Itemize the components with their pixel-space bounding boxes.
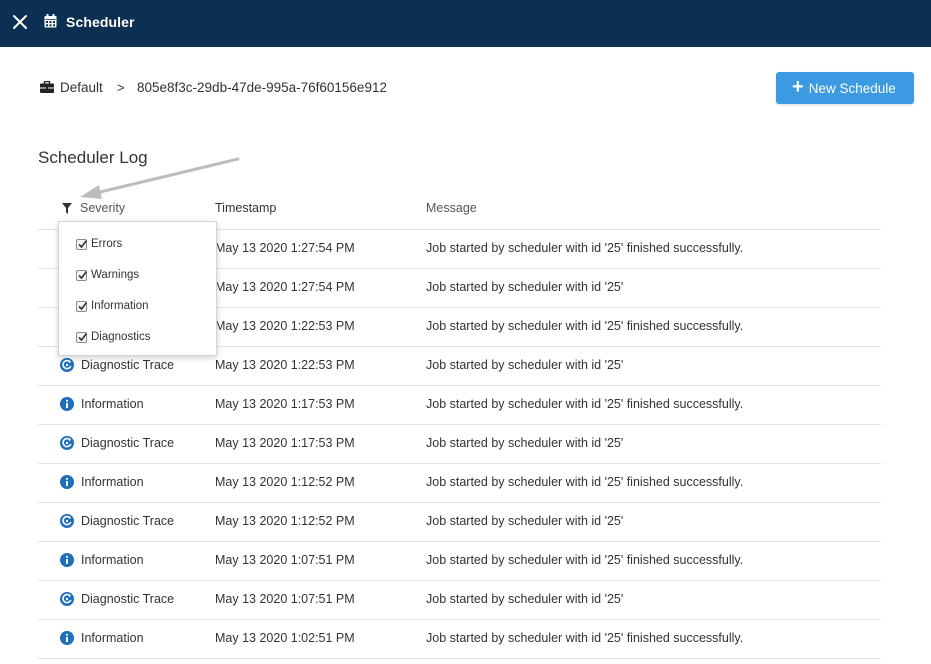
close-icon[interactable]: [12, 14, 28, 30]
table-row[interactable]: Information May 13 2020 1:17:53 PM Job sta…: [38, 385, 881, 424]
breadcrumb-separator: >: [117, 79, 125, 95]
diagnostic-trace-icon: [60, 358, 74, 372]
timestamp-cell: May 13 2020 1:22:53 PM: [215, 358, 355, 372]
severity-label: Diagnostic Trace: [81, 514, 175, 528]
severity-cell: Information: [60, 475, 144, 489]
message-cell: Job started by scheduler with id '25' fi…: [426, 397, 744, 411]
info-icon: [60, 475, 74, 489]
severity-label: Information: [81, 397, 144, 411]
filter-checkbox[interactable]: [76, 331, 88, 343]
severity-cell: Diagnostic Trace: [60, 358, 174, 372]
severity-label: Diagnostic Trace: [81, 592, 175, 606]
filter-icon[interactable]: [62, 203, 72, 214]
message-cell: Job started by scheduler with id '25': [426, 436, 624, 450]
severity-cell: Diagnostic Trace: [60, 592, 174, 606]
section-title: Scheduler Log: [38, 148, 148, 167]
table-row[interactable]: Diagnostic Trace May 13 2020 1:12:52 PM Jo…: [38, 502, 881, 541]
message-cell: Job started by scheduler with id '25' fi…: [426, 553, 744, 567]
new-schedule-label: New Schedule: [808, 80, 896, 96]
timestamp-cell: May 13 2020 1:12:52 PM: [215, 475, 355, 489]
table-row[interactable]: Diagnostic Trace May 13 2020 1:07:51 PM Jo…: [38, 580, 881, 619]
timestamp-cell: May 13 2020 1:17:53 PM: [215, 436, 355, 450]
plus-icon: +: [792, 76, 804, 98]
severity-label: Information: [81, 631, 144, 645]
severity-filter-dropdown: Errors Warnings Information Diagnostics: [58, 221, 217, 356]
message-cell: Job started by scheduler with id '25' fi…: [426, 631, 744, 645]
filter-option-errors[interactable]: Errors: [76, 238, 122, 250]
timestamp-cell: May 13 2020 1:07:51 PM: [215, 592, 355, 606]
table-row[interactable]: Information May 13 2020 1:07:51 PM Job sta…: [38, 541, 881, 580]
filter-option-label: Errors: [91, 238, 123, 250]
column-header-timestamp[interactable]: Timestamp: [215, 201, 276, 215]
calendar-icon: [44, 14, 57, 28]
timestamp-cell: May 13 2020 1:02:51 PM: [215, 631, 355, 645]
timestamp-cell: May 13 2020 1:07:51 PM: [215, 553, 355, 567]
severity-label: Information: [81, 475, 144, 489]
timestamp-cell: May 13 2020 1:17:53 PM: [215, 397, 355, 411]
timestamp-cell: May 13 2020 1:22:53 PM: [215, 319, 355, 333]
close-button[interactable]: [9, 10, 31, 34]
message-cell: Job started by scheduler with id '25': [426, 280, 624, 294]
severity-label: Information: [81, 553, 144, 567]
filter-option-information[interactable]: Information: [76, 300, 149, 312]
severity-cell: Diagnostic Trace: [60, 436, 174, 450]
breadcrumb-current: 805e8f3c-29db-47de-995a-76f60156e912: [137, 79, 387, 95]
timestamp-cell: May 13 2020 1:12:52 PM: [215, 514, 355, 528]
table-row[interactable]: Information May 13 2020 1:02:51 PM Job sta…: [38, 619, 881, 658]
severity-cell: Diagnostic Trace: [60, 514, 174, 528]
new-schedule-button[interactable]: + New Schedule: [776, 72, 914, 104]
table-row[interactable]: Diagnostic Trace May 13 2020 1:17:53 PM Jo…: [38, 424, 881, 463]
severity-label: Diagnostic Trace: [81, 358, 175, 372]
filter-option-label: Warnings: [91, 269, 140, 281]
severity-label: Diagnostic Trace: [81, 436, 175, 450]
diagnostic-trace-icon: [60, 592, 74, 606]
breadcrumb-root[interactable]: Default: [60, 78, 103, 96]
filter-checkbox[interactable]: [76, 238, 88, 250]
filter-option-label: Information: [91, 300, 149, 312]
filter-option-warnings[interactable]: Warnings: [76, 269, 139, 281]
message-cell: Job started by scheduler with id '25' fi…: [426, 241, 744, 255]
diagnostic-trace-icon: [60, 436, 74, 450]
app-title: Scheduler: [66, 14, 135, 30]
timestamp-cell: May 13 2020 1:27:54 PM: [215, 280, 355, 294]
message-cell: Job started by scheduler with id '25': [426, 514, 624, 528]
filter-option-label: Diagnostics: [91, 331, 151, 343]
column-header-severity[interactable]: Severity: [80, 201, 125, 215]
filter-checkbox[interactable]: [76, 300, 88, 312]
message-cell: Job started by scheduler with id '25' fi…: [426, 319, 744, 333]
table-divider: [38, 658, 881, 659]
timestamp-cell: May 13 2020 1:27:54 PM: [215, 241, 355, 255]
briefcase-icon: [40, 81, 54, 93]
message-cell: Job started by scheduler with id '25': [426, 592, 624, 606]
table-row[interactable]: Information May 13 2020 1:12:52 PM Job sta…: [38, 463, 881, 502]
top-bar: Scheduler: [0, 0, 931, 47]
diagnostic-trace-icon: [60, 514, 74, 528]
filter-checkbox[interactable]: [76, 269, 88, 281]
severity-cell: Information: [60, 397, 144, 411]
message-cell: Job started by scheduler with id '25' fi…: [426, 475, 744, 489]
info-icon: [60, 397, 74, 411]
info-icon: [60, 553, 74, 567]
severity-cell: Information: [60, 553, 144, 567]
message-cell: Job started by scheduler with id '25': [426, 358, 624, 372]
info-icon: [60, 631, 74, 645]
severity-cell: Information: [60, 631, 144, 645]
filter-option-diagnostics[interactable]: Diagnostics: [76, 331, 150, 343]
column-header-message[interactable]: Message: [426, 201, 477, 215]
